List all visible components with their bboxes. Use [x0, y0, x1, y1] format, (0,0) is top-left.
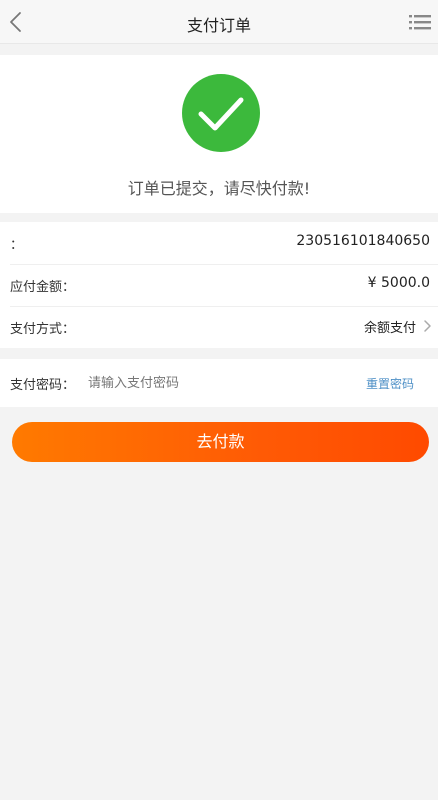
- page-title: 支付订单: [186, 16, 251, 35]
- payment-password-input[interactable]: [88, 369, 308, 397]
- menu-button[interactable]: [408, 12, 432, 32]
- reset-password-link[interactable]: 重置密码: [366, 375, 414, 392]
- pay-now-button[interactable]: 去付款: [12, 422, 429, 462]
- top-nav-bar: 支付订单: [0, 0, 438, 44]
- chevron-right-icon: [424, 320, 431, 332]
- order-number-row: ： 230516101840650: [0, 222, 438, 264]
- amount-value: ¥ 5000.0: [367, 275, 430, 291]
- amount-label: 应付金额：: [10, 280, 76, 295]
- order-submitted-card: 订单已提交，请尽快付款!: [0, 55, 438, 213]
- order-number-value: 230516101840650: [296, 233, 430, 249]
- order-number-label: ：: [10, 238, 24, 253]
- payment-password-label: 支付密码：: [10, 378, 76, 393]
- payment-password-row: 支付密码： 重置密码: [0, 359, 438, 407]
- payment-method-row[interactable]: 支付方式： 余额支付: [0, 306, 438, 348]
- amount-row: 应付金额： ¥ 5000.0: [0, 264, 438, 306]
- success-check-icon: [182, 74, 260, 152]
- payment-method-value: 余额支付: [363, 321, 416, 336]
- success-message: 订单已提交，请尽快付款!: [127, 179, 311, 198]
- list-menu-icon: [409, 15, 431, 30]
- payment-page: 支付订单 订单已提交，请尽快付款! ： 230516101840650 应付金额…: [0, 0, 438, 800]
- payment-method-label: 支付方式：: [10, 322, 76, 337]
- order-info-list: ： 230516101840650 应付金额： ¥ 5000.0 支付方式： 余…: [0, 222, 438, 348]
